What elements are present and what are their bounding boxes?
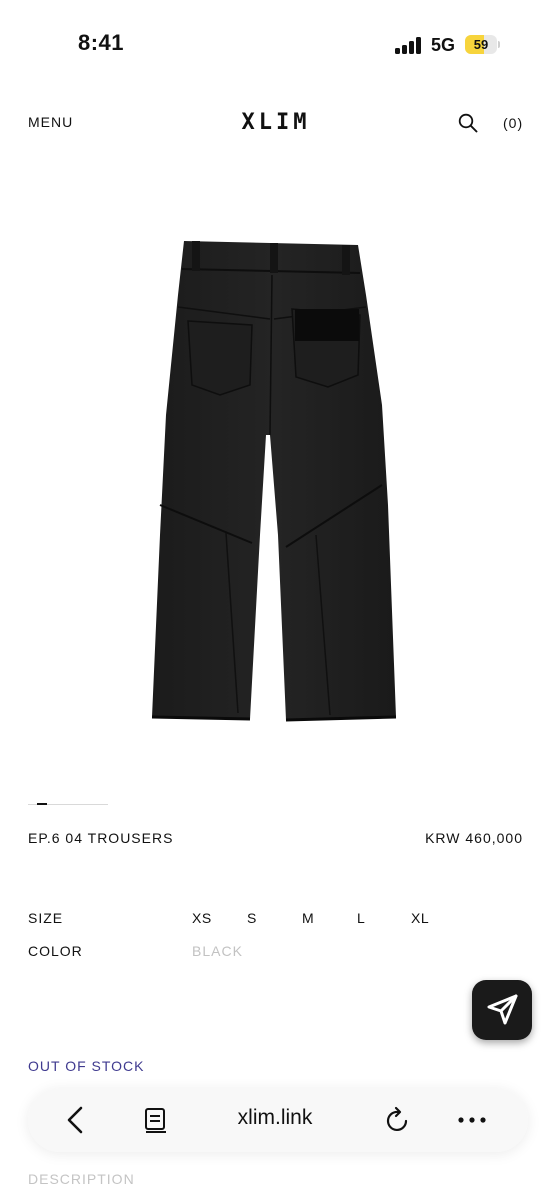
reader-icon[interactable]	[141, 1104, 171, 1136]
address-bar[interactable]: xlim.link	[200, 1106, 350, 1130]
back-icon[interactable]	[56, 1102, 96, 1138]
size-option-l[interactable]: L	[357, 910, 365, 926]
size-option-s[interactable]: S	[247, 910, 257, 926]
gallery-progress-indicator	[37, 803, 47, 805]
stock-status: OUT OF STOCK	[28, 1058, 145, 1074]
product-price: KRW 460,000	[425, 830, 523, 846]
share-fab[interactable]	[472, 980, 532, 1040]
size-option-m[interactable]: M	[302, 910, 314, 926]
size-option-xl[interactable]: XL	[411, 910, 429, 926]
size-label: SIZE	[28, 910, 64, 926]
reload-icon[interactable]	[383, 1104, 413, 1136]
size-option-xs[interactable]: XS	[192, 910, 212, 926]
description-toggle[interactable]: DESCRIPTION	[28, 1171, 135, 1187]
network-type: 5G	[431, 35, 456, 55]
cart-button[interactable]: (0)	[503, 115, 523, 131]
status-time: 8:41	[78, 30, 125, 55]
color-label: COLOR	[28, 943, 83, 959]
cellular-signal-icon	[395, 36, 423, 54]
battery-icon: 59	[465, 35, 501, 54]
send-icon	[487, 994, 518, 1025]
more-icon[interactable]	[452, 1104, 492, 1136]
battery-percent: 59	[473, 37, 489, 52]
product-name: EP.6 04 TROUSERS	[28, 830, 174, 846]
product-image[interactable]	[120, 235, 430, 735]
color-option-black[interactable]: BLACK	[192, 943, 243, 959]
search-icon[interactable]	[458, 113, 478, 133]
